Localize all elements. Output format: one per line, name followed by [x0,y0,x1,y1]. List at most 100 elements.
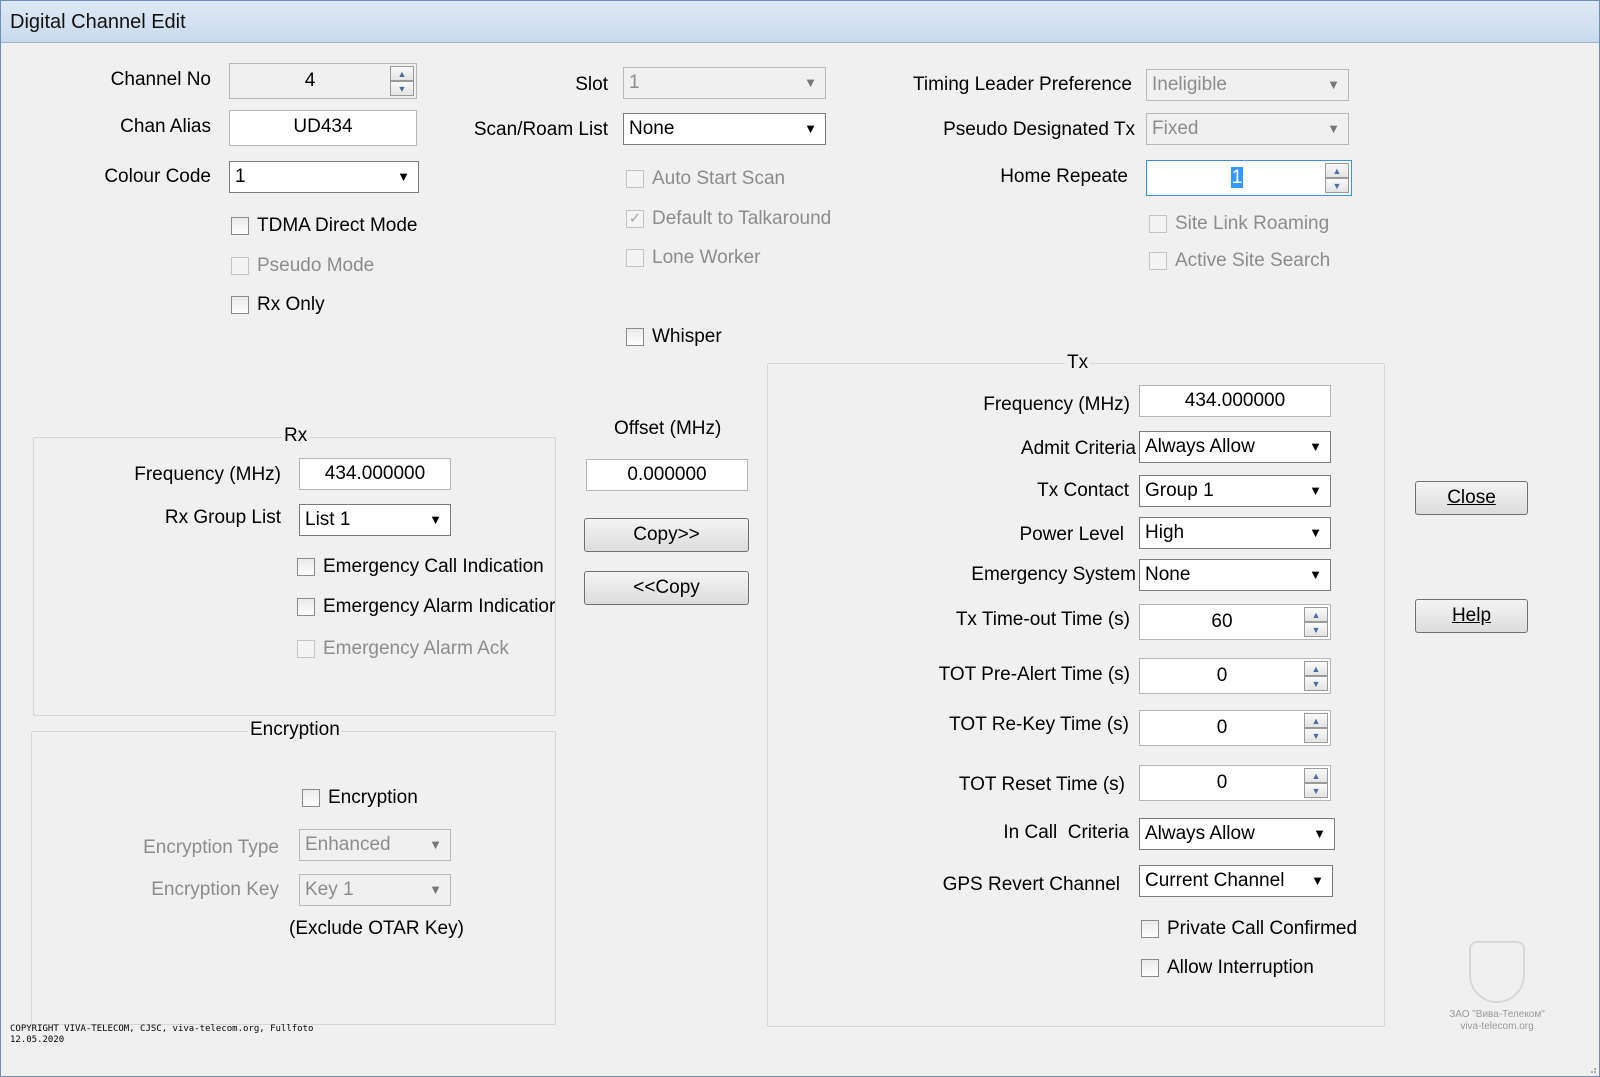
close-button-label: Close [1447,487,1496,508]
gps-revert-channel-dropdown[interactable]: Current Channel ▼ [1139,865,1333,897]
power-level-dropdown[interactable]: High ▼ [1139,517,1331,549]
checkbox-box[interactable] [297,598,315,616]
in-call-criteria-dropdown[interactable]: Always Allow ▼ [1139,818,1335,850]
spin-down-icon[interactable]: ▼ [390,81,414,96]
spin-down-icon[interactable]: ▼ [1304,676,1328,691]
check-icon[interactable]: ✓ [626,210,644,228]
private-call-confirmed-label: Private Call Confirmed [1167,918,1358,939]
spin-up-icon[interactable]: ▲ [1325,163,1349,178]
tx-frequency-label: Frequency (MHz) [983,394,1130,415]
checkbox-box[interactable] [626,249,644,267]
tot-reset-stepper[interactable]: 0 ▲ ▼ [1139,765,1331,801]
timing-leader-preference-dropdown[interactable]: Ineligible ▼ [1146,69,1349,101]
checkbox-box[interactable] [626,328,644,346]
checkbox-box[interactable] [302,789,320,807]
checkbox-box[interactable] [1149,215,1167,233]
chevron-down-icon: ▼ [1309,439,1322,454]
rx-group-list-value: List 1 [305,509,351,530]
home-repeater-selected-text: 1 [1230,167,1244,188]
colour-code-label: Colour Code [104,166,211,187]
timing-leader-preference-value: Ineligible [1152,74,1227,95]
checkbox-box[interactable] [1141,959,1159,977]
checkbox-box[interactable] [231,296,249,314]
tx-timeout-stepper[interactable]: 60 ▲ ▼ [1139,604,1331,640]
pseudo-designated-tx-dropdown[interactable]: Fixed ▼ [1146,113,1349,145]
emergency-system-label: Emergency System [971,564,1136,585]
admit-criteria-dropdown[interactable]: Always Allow ▼ [1139,431,1331,463]
rx-group-list-dropdown[interactable]: List 1 ▼ [299,504,451,536]
copy-to-tx-button[interactable]: Copy>> [584,518,749,552]
spin-down-icon[interactable]: ▼ [1304,728,1328,743]
timing-leader-preference-label: Timing Leader Preference [913,74,1132,95]
spin-up-icon[interactable]: ▲ [1304,607,1328,622]
spin-down-icon[interactable]: ▼ [1325,178,1349,193]
chan-alias-input[interactable]: UD434 [229,110,417,146]
encryption-type-value: Enhanced [305,834,391,855]
spin-up-icon[interactable]: ▲ [1304,661,1328,676]
tot-re-key-label: TOT Re-Key Time (s) [949,714,1129,735]
chevron-down-icon: ▼ [1309,567,1322,582]
pseudo-mode-label: Pseudo Mode [257,255,375,276]
dialog-window: Digital Channel Edit Channel No 4 ▲ ▼ Ch… [0,0,1600,1077]
checkbox-box[interactable] [231,257,249,275]
chevron-down-icon: ▼ [1309,483,1322,498]
chevron-down-icon: ▼ [1327,121,1340,136]
title-bar[interactable]: Digital Channel Edit [1,1,1599,43]
site-link-roaming-label: Site Link Roaming [1175,213,1330,234]
checkbox-box[interactable] [626,170,644,188]
copy-to-rx-button[interactable]: <<Copy [584,571,749,605]
home-repeater-value: 1 [1147,161,1327,195]
checkbox-box[interactable] [1149,252,1167,270]
encryption-group [31,731,556,1025]
scan-roam-list-dropdown[interactable]: None ▼ [623,113,826,145]
shield-icon [1469,941,1525,1003]
help-button[interactable]: Help [1415,599,1528,633]
checkbox-box[interactable] [297,640,315,658]
chan-alias-label: Chan Alias [120,116,211,137]
checkbox-box[interactable] [231,217,249,235]
tx-frequency-input[interactable]: 434.000000 [1139,385,1331,417]
tx-contact-dropdown[interactable]: Group 1 ▼ [1139,475,1331,507]
tot-pre-alert-value: 0 [1216,665,1228,686]
encryption-key-dropdown[interactable]: Key 1 ▼ [299,874,451,906]
whisper-label: Whisper [652,326,722,347]
colour-code-dropdown[interactable]: 1 ▼ [229,161,419,193]
tx-timeout-label: Tx Time-out Time (s) [955,609,1130,630]
allow-interruption-label: Allow Interruption [1167,957,1314,978]
encryption-type-dropdown[interactable]: Enhanced ▼ [299,829,451,861]
tot-pre-alert-label: TOT Pre-Alert Time (s) [938,664,1130,685]
home-repeater-label: Home Repeate [1000,166,1128,187]
encryption-key-value: Key 1 [305,879,354,900]
spin-up-icon[interactable]: ▲ [1304,768,1328,783]
emergency-system-dropdown[interactable]: None ▼ [1139,559,1331,591]
spin-down-icon[interactable]: ▼ [1304,783,1328,798]
spin-up-icon[interactable]: ▲ [390,66,414,81]
offset-input[interactable]: 0.000000 [586,459,748,491]
chevron-down-icon: ▼ [429,837,442,852]
tot-reset-value: 0 [1216,772,1228,793]
rx-group-title: Rx [282,425,310,447]
rx-frequency-input[interactable]: 434.000000 [299,458,451,490]
in-call-criteria-label: In Call Criteria [1003,822,1129,843]
tx-contact-value: Group 1 [1145,480,1214,501]
encryption-checkbox-label: Encryption [328,787,418,808]
rx-only-label: Rx Only [257,294,325,315]
encryption-type-label: Encryption Type [143,837,279,858]
help-button-label: Help [1451,605,1492,626]
tot-re-key-stepper[interactable]: 0 ▲ ▼ [1139,710,1331,746]
channel-no-stepper[interactable]: 4 ▲ ▼ [229,63,417,99]
checkbox-box[interactable] [1141,920,1159,938]
slot-label: Slot [575,74,608,95]
spin-up-icon[interactable]: ▲ [1304,713,1328,728]
close-button[interactable]: Close [1415,481,1528,515]
tot-pre-alert-stepper[interactable]: 0 ▲ ▼ [1139,658,1331,694]
home-repeater-stepper[interactable]: 1 ▲ ▼ [1146,160,1352,196]
channel-no-label: Channel No [110,69,211,90]
encryption-group-title: Encryption [248,719,342,741]
resize-grip-icon[interactable] [1587,1064,1597,1074]
lone-worker-label: Lone Worker [652,247,761,268]
scan-roam-list-label: Scan/Roam List [473,119,608,140]
checkbox-box[interactable] [297,558,315,576]
spin-down-icon[interactable]: ▼ [1304,622,1328,637]
slot-dropdown[interactable]: 1 ▼ [623,67,826,99]
